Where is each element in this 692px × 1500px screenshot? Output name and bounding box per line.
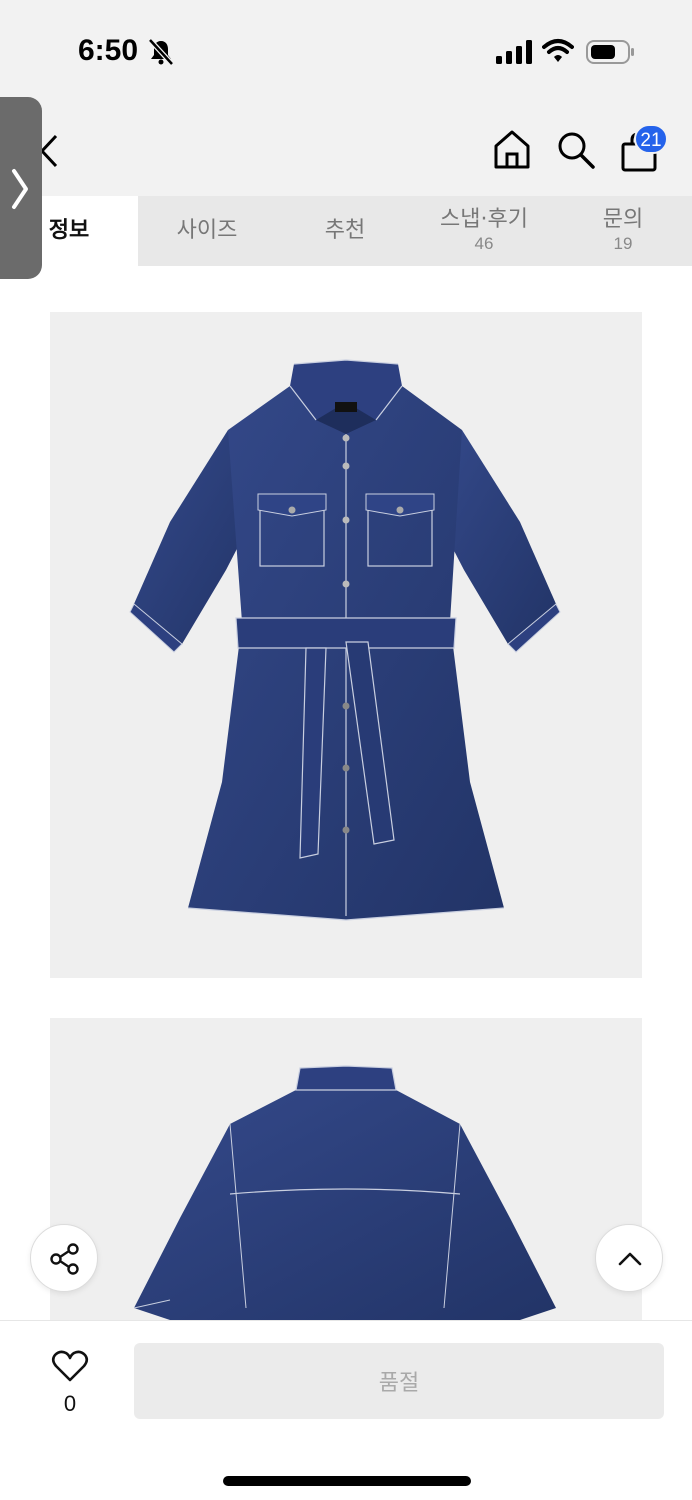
product-tab-bar: 정보 사이즈 추천 스냅·후기 46 문의 19 xyxy=(0,196,692,266)
status-time: 6:50 xyxy=(78,34,139,67)
status-bar: 6:50 xyxy=(0,0,692,100)
home-indicator xyxy=(223,1476,471,1486)
battery-icon xyxy=(586,40,634,64)
cellular-signal-icon xyxy=(496,40,532,64)
nav-header: 21 xyxy=(0,100,692,196)
search-icon[interactable] xyxy=(556,130,596,170)
product-image-back xyxy=(50,1018,642,1320)
share-icon xyxy=(50,1243,79,1275)
heart-icon xyxy=(51,1350,89,1382)
chevron-right-icon xyxy=(12,169,28,209)
tab-label: 스냅·후기 xyxy=(440,207,528,232)
chevron-up-icon xyxy=(618,1252,642,1266)
tab-count: 19 xyxy=(613,234,633,253)
tab-label: 정보 xyxy=(48,218,90,243)
product-image-front xyxy=(50,312,642,978)
tab-label: 문의 xyxy=(602,207,644,232)
wifi-icon xyxy=(542,39,574,62)
scroll-to-top-button[interactable] xyxy=(595,1224,663,1292)
cart-button[interactable]: 21 xyxy=(620,124,668,172)
tab-recommend[interactable]: 추천 xyxy=(276,196,414,266)
tab-label: 사이즈 xyxy=(176,218,238,243)
bottom-purchase-bar: 0 품절 xyxy=(0,1320,692,1500)
share-button[interactable] xyxy=(30,1224,98,1292)
like-count: 0 xyxy=(63,1391,77,1416)
denim-shirt-dress-back-illustration xyxy=(133,1065,556,1320)
cart-count-badge: 21 xyxy=(634,124,668,154)
bell-muted-icon xyxy=(148,38,174,66)
tab-inquiry[interactable]: 문의 19 xyxy=(554,196,692,266)
tab-reviews[interactable]: 스냅·후기 46 xyxy=(414,196,554,266)
tab-size[interactable]: 사이즈 xyxy=(138,196,276,266)
sold-out-button[interactable]: 품절 xyxy=(134,1343,664,1419)
tab-count: 46 xyxy=(474,234,494,253)
like-button[interactable]: 0 xyxy=(40,1345,100,1435)
denim-shirt-dress-front-illustration xyxy=(129,359,561,921)
tab-label: 추천 xyxy=(324,218,366,243)
side-drawer-handle[interactable] xyxy=(0,97,42,279)
home-icon[interactable] xyxy=(492,128,532,170)
